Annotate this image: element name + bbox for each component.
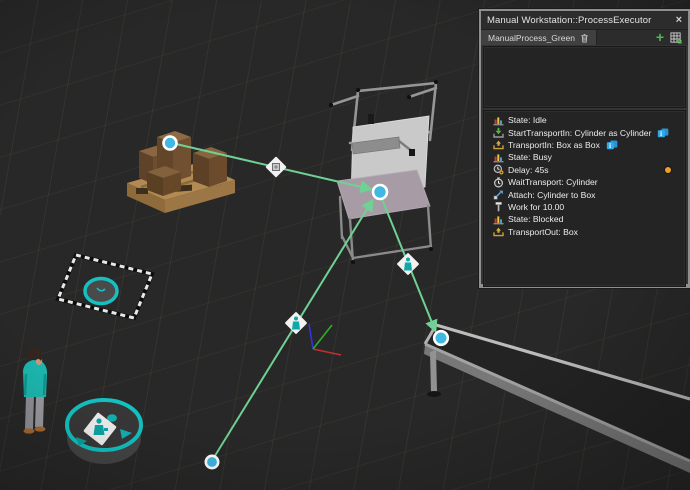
- attach-icon: [493, 189, 504, 200]
- work-icon: [493, 201, 504, 212]
- manual-workstation-table[interactable]: [329, 80, 438, 264]
- add-process-icon[interactable]: +: [656, 30, 664, 44]
- waypoint-operator-2[interactable]: [397, 253, 420, 276]
- process-step[interactable]: State: Idle: [484, 114, 685, 126]
- process-step-label: TransportIn: Box as Box: [508, 140, 600, 150]
- state-chart-icon: [493, 214, 504, 225]
- node-workstation[interactable]: [373, 185, 387, 199]
- delete-icon[interactable]: [580, 33, 589, 43]
- process-step[interactable]: TransportIn: Box as Box i: [484, 139, 685, 151]
- node-pallet[interactable]: [164, 137, 177, 150]
- node-start[interactable]: [206, 456, 218, 468]
- operator-avatar[interactable]: [23, 348, 47, 434]
- state-chart-icon: [493, 115, 504, 126]
- breakpoint-marker[interactable]: [665, 167, 671, 173]
- waypoint-operator-1[interactable]: [285, 312, 308, 335]
- process-queue-box[interactable]: [483, 46, 686, 108]
- process-step[interactable]: TransportOut: Box: [484, 226, 685, 238]
- close-icon[interactable]: ×: [676, 15, 682, 26]
- process-steps-list[interactable]: State: IdleStartTransportIn: Cylinder as…: [483, 110, 686, 287]
- panel-title: Manual Workstation::ProcessExecutor: [487, 15, 651, 26]
- svg-text:i: i: [609, 143, 611, 150]
- wait-transport-icon: [493, 177, 504, 188]
- panel-tabbar: ManualProcess_Green +: [481, 30, 688, 45]
- process-step-label: TransportOut: Box: [508, 227, 578, 237]
- process-toolbar: +: [656, 30, 688, 45]
- process-step[interactable]: State: Blocked: [484, 213, 685, 225]
- floor-zone-marker[interactable]: [58, 255, 152, 318]
- process-step-label: WaitTransport: Cylinder: [508, 177, 598, 187]
- process-step[interactable]: Delay: 45s: [484, 164, 685, 176]
- process-step-label: State: Idle: [508, 115, 547, 125]
- process-step[interactable]: Attach: Cylinder to Box: [484, 188, 685, 200]
- transport-start-in-icon: [493, 127, 504, 138]
- state-chart-icon: [493, 152, 504, 163]
- transport-in-icon: [493, 139, 504, 150]
- process-executor-panel: Manual Workstation::ProcessExecutor × Ma…: [479, 9, 690, 288]
- process-step-label: StartTransportIn: Cylinder as Cylinder: [508, 128, 651, 138]
- svg-text:i: i: [661, 131, 663, 138]
- process-step[interactable]: StartTransportIn: Cylinder as Cylinder i: [484, 126, 685, 138]
- process-tab[interactable]: ManualProcess_Green: [481, 30, 597, 45]
- process-step[interactable]: Work for 10.00: [484, 201, 685, 213]
- resource-badge-icon: i: [606, 140, 618, 150]
- process-step-label: Delay: 45s: [508, 165, 549, 175]
- process-step-label: State: Busy: [508, 152, 552, 162]
- process-step-label: Attach: Cylinder to Box: [508, 190, 595, 200]
- transport-out-icon: [493, 226, 504, 237]
- conveyor[interactable]: [424, 325, 690, 473]
- process-tab-label: ManualProcess_Green: [488, 33, 575, 43]
- resource-badge-icon: i: [657, 128, 669, 138]
- node-conveyor[interactable]: [434, 331, 448, 345]
- delay-icon: [493, 164, 504, 175]
- process-step-label: Work for 10.00: [508, 202, 564, 212]
- operator-start-pedestal[interactable]: [67, 400, 141, 464]
- panel-titlebar[interactable]: Manual Workstation::ProcessExecutor ×: [481, 11, 688, 30]
- pallet-with-boxes[interactable]: [127, 131, 235, 213]
- process-step-label: State: Blocked: [508, 214, 563, 224]
- process-step[interactable]: WaitTransport: Cylinder: [484, 176, 685, 188]
- world-axes: [309, 324, 341, 355]
- process-step[interactable]: State: Busy: [484, 151, 685, 163]
- waypoint-product[interactable]: [265, 156, 286, 177]
- process-grid-icon[interactable]: [670, 32, 682, 44]
